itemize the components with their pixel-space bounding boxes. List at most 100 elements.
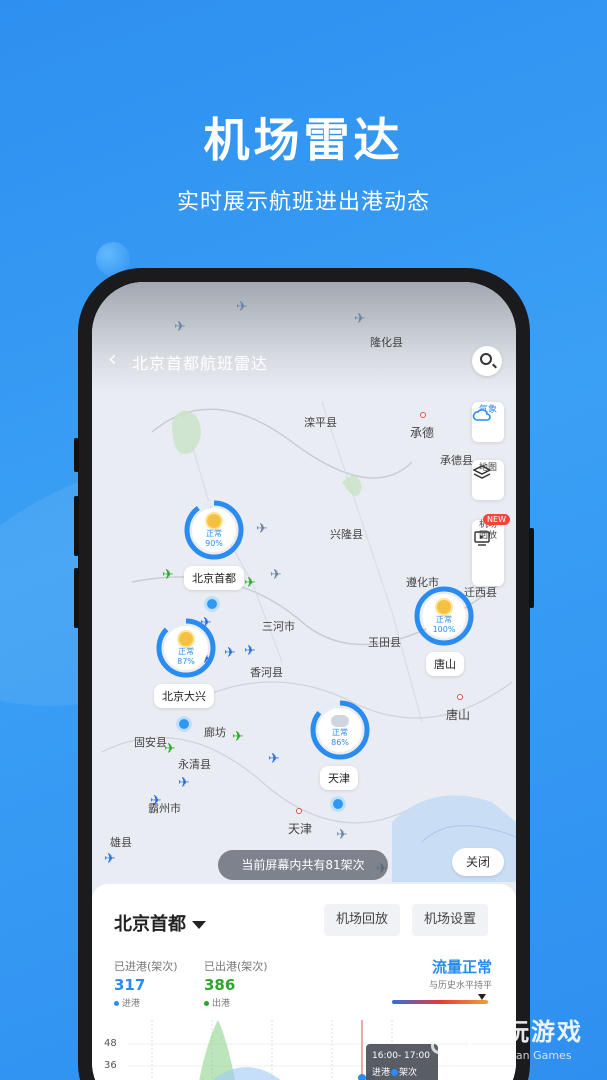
phone-side-button	[529, 528, 534, 608]
plane-icon[interactable]: ✈	[270, 568, 282, 582]
place-label: 香河县	[250, 666, 283, 679]
phone-frame: ‹ 北京首都航班雷达 气象 地图 NEW 机场回放 隆化县 滦平县 承德 承德县…	[74, 268, 534, 1080]
new-badge: NEW	[483, 514, 510, 525]
airport-label[interactable]: 唐山	[426, 652, 464, 676]
city-marker	[420, 412, 426, 418]
departed-value: 386	[204, 976, 236, 994]
plane-icon[interactable]: ✈	[236, 300, 248, 314]
arrive-legend: 进港	[114, 996, 140, 1009]
plane-icon[interactable]: ✈	[336, 828, 348, 842]
arrived-value: 317	[114, 976, 146, 994]
airport-label[interactable]: 天津	[320, 766, 358, 790]
cloudy-icon	[331, 715, 349, 727]
place-label: 玉田县	[368, 636, 401, 649]
plane-icon[interactable]: ✈	[256, 522, 268, 536]
promo-subline: 实时展示航班进出港动态	[176, 190, 430, 215]
plane-icon[interactable]: ✈	[150, 794, 162, 808]
phone-side-button	[74, 438, 79, 472]
airport-replay-button[interactable]: 机场回放	[324, 904, 401, 936]
promo-headline: 机场雷达	[203, 113, 404, 167]
plane-icon[interactable]: ✈	[178, 776, 190, 790]
plane-icon[interactable]: ✈	[354, 312, 366, 326]
airport-label[interactable]: 北京首都	[184, 566, 244, 590]
watermark: 仍玩游戏 Rengwan Games	[431, 1012, 583, 1062]
flow-subtitle: 与历史水平持平	[428, 981, 492, 991]
place-label: 唐山	[446, 708, 471, 722]
airport-percent: 87%	[177, 657, 195, 666]
flow-level-bar	[392, 1000, 488, 1004]
chart-tick-label: 36	[104, 1060, 117, 1071]
place-label: 承德县	[440, 454, 473, 467]
airport-gauge-tianjin[interactable]: 正常 86%	[310, 700, 370, 760]
airport-status: 正常	[332, 728, 348, 737]
airport-label[interactable]: 北京大兴	[154, 684, 214, 708]
place-label: 固安县	[134, 736, 167, 749]
tooltip-time: 16:00- 17:00	[372, 1051, 430, 1061]
depart-legend: 出港	[204, 996, 230, 1009]
city-marker	[296, 808, 302, 814]
airport-name: 北京首都	[114, 914, 186, 935]
airport-percent: 100%	[432, 625, 456, 634]
place-label: 兴隆县	[330, 528, 363, 541]
airport-marker[interactable]	[176, 716, 192, 732]
plane-icon[interactable]: ✈	[162, 568, 174, 582]
plane-icon[interactable]: ✈	[224, 646, 236, 660]
watermark-logo-icon	[431, 1014, 471, 1054]
airport-gauge-daxing[interactable]: 正常 87%	[156, 618, 216, 678]
airport-status: 正常	[436, 615, 452, 624]
tooltip-arrive: 进港 架次	[372, 1068, 418, 1078]
map-layers-icon	[472, 465, 492, 479]
place-label: 雄县	[110, 836, 132, 849]
place-label: 永清县	[178, 758, 211, 771]
plane-icon[interactable]: ✈	[268, 752, 280, 766]
plane-icon[interactable]: ✈	[244, 576, 256, 590]
search-button[interactable]	[472, 346, 502, 376]
arrived-label: 已进港(架次)	[114, 960, 178, 973]
tool-replay[interactable]: NEW 机场回放	[472, 514, 510, 586]
plane-icon[interactable]: ✈	[164, 742, 176, 756]
flow-status: 流量正常	[431, 958, 492, 976]
sunny-icon	[179, 632, 193, 646]
plane-icon[interactable]: ✈	[104, 852, 116, 866]
departed-label: 已出港(架次)	[204, 960, 268, 973]
app-title: 北京首都航班雷达	[132, 354, 269, 373]
airport-status: 正常	[178, 647, 194, 656]
airport-percent: 86%	[331, 738, 349, 747]
watermark-en: Rengwan Games	[479, 1049, 572, 1062]
sunny-icon	[207, 514, 221, 528]
back-icon[interactable]: ‹	[108, 348, 132, 372]
airport-gauge-capital[interactable]: 正常 90%	[184, 500, 244, 560]
chart-tick-label: 48	[104, 1038, 117, 1049]
chevron-down-icon	[192, 921, 206, 929]
search-icon	[480, 353, 492, 365]
plane-icon[interactable]: ✈	[232, 730, 244, 744]
airport-status: 正常	[206, 529, 222, 538]
flight-count-toast: 当前屏幕内共有81架次	[218, 850, 388, 880]
tool-weather[interactable]: 气象	[472, 402, 504, 442]
city-marker	[457, 694, 463, 700]
phone-screen: ‹ 北京首都航班雷达 气象 地图 NEW 机场回放 隆化县 滦平县 承德 承德县…	[92, 282, 516, 1080]
place-label: 天津	[288, 822, 313, 836]
airport-gauge-tangshan[interactable]: 正常 100%	[414, 586, 474, 646]
plane-icon[interactable]: ✈	[244, 644, 256, 658]
close-button[interactable]: 关闭	[452, 848, 504, 876]
phone-side-button	[74, 496, 79, 556]
place-label: 廊坊	[204, 726, 226, 739]
chart-tooltip: 16:00- 17:00 进港架次 出港架次	[366, 1044, 438, 1080]
plane-icon[interactable]: ✈	[174, 320, 186, 334]
airport-marker[interactable]	[330, 796, 346, 812]
airport-marker[interactable]	[204, 596, 220, 612]
airport-dropdown[interactable]: 北京首都	[114, 910, 206, 936]
place-label: 三河市	[262, 620, 295, 633]
place-label: 承德	[410, 426, 435, 440]
sunny-icon	[437, 600, 451, 614]
watermark-cn: 仍玩游戏	[479, 1018, 583, 1046]
airport-settings-button[interactable]: 机场设置	[412, 904, 489, 936]
weather-icon	[472, 409, 491, 421]
app-header	[92, 282, 516, 392]
phone-side-button	[74, 568, 79, 628]
airport-percent: 90%	[205, 539, 223, 548]
tool-map-layers[interactable]: 地图	[472, 460, 504, 500]
place-label: 滦平县	[304, 416, 337, 429]
replay-icon	[474, 531, 490, 546]
